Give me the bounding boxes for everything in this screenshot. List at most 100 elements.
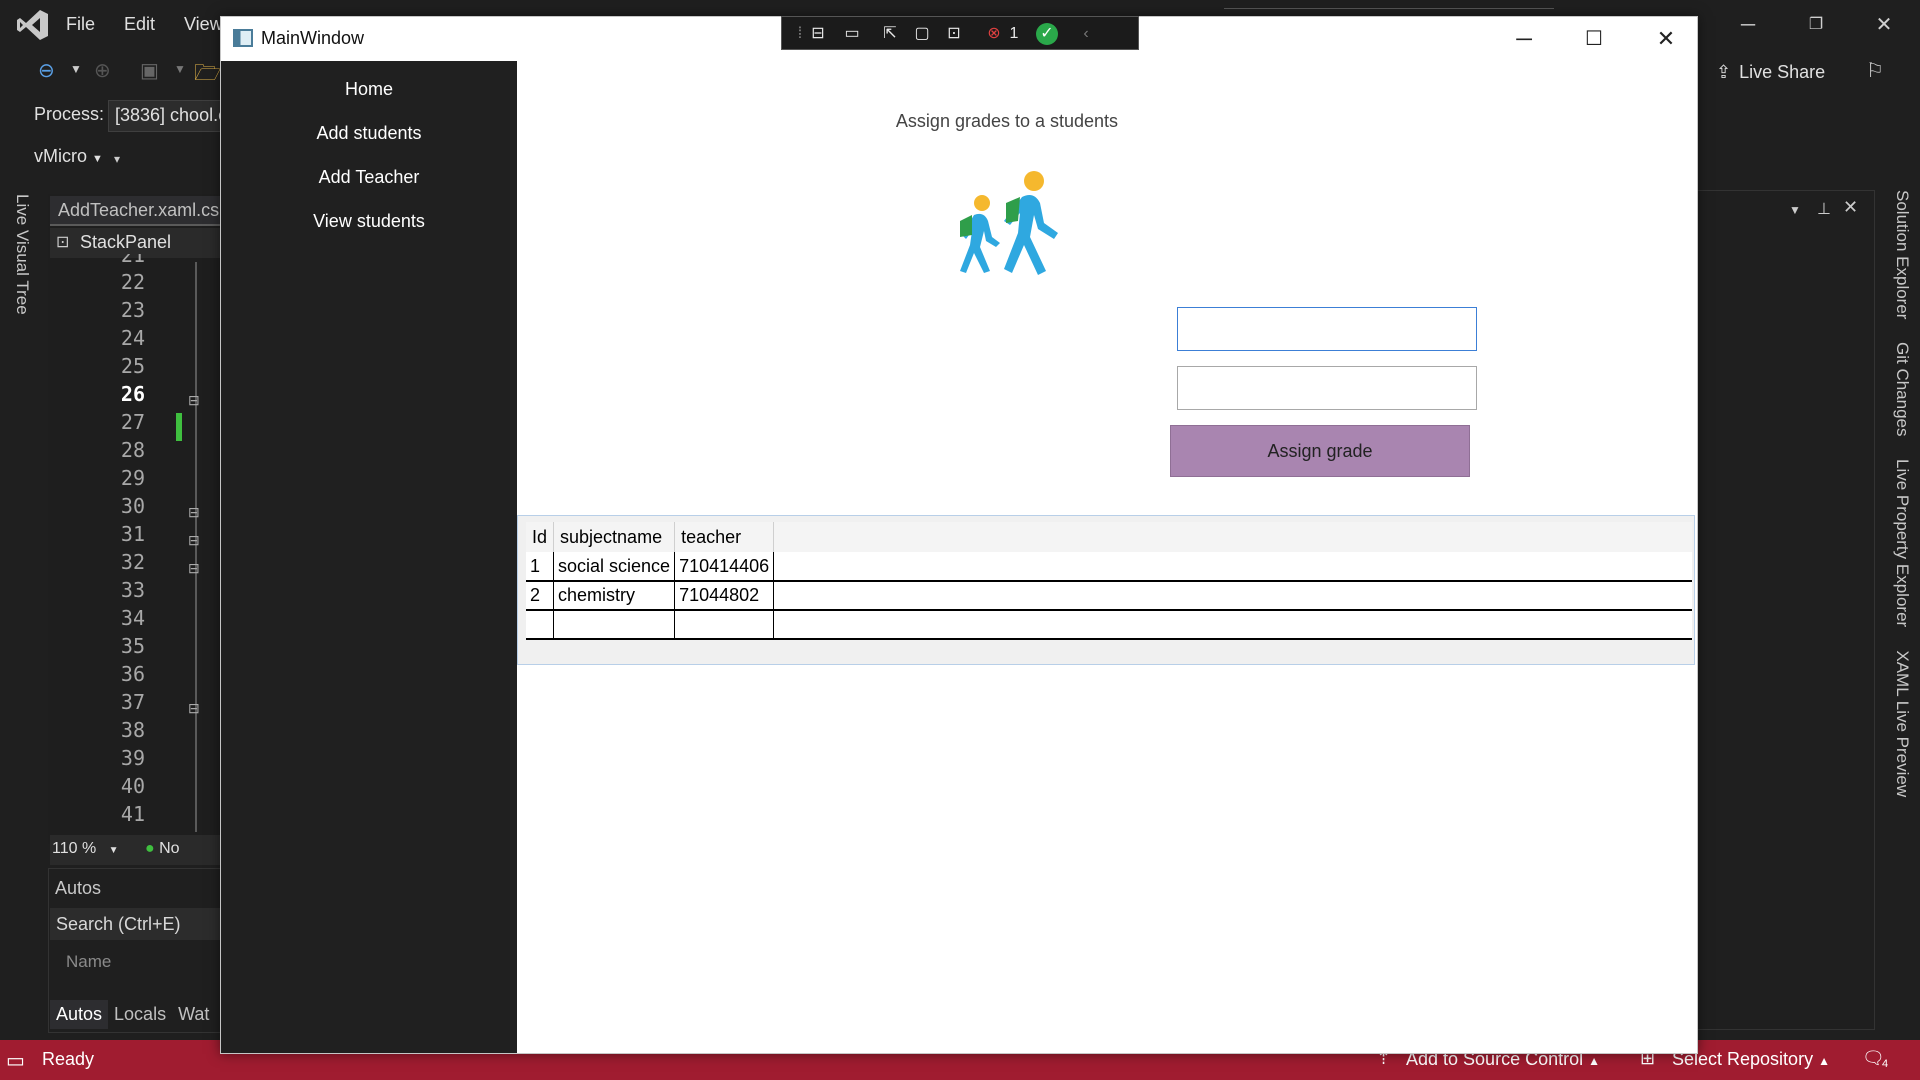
menu-view[interactable]: View	[184, 14, 223, 35]
chevron-down-icon[interactable]: ▼	[70, 62, 82, 76]
table-header-row: Id subjectname teacher	[526, 522, 1692, 552]
share-icon: ⇪	[1716, 62, 1732, 82]
feedback-icon[interactable]: ⚐	[1866, 58, 1884, 83]
menu-file[interactable]: File	[66, 14, 95, 35]
collapse-icon[interactable]: ⊟	[188, 532, 200, 549]
live-share-button[interactable]: ⇪ Live Share	[1716, 62, 1825, 83]
new-project-icon[interactable]: ▣	[140, 58, 159, 83]
chevron-down-icon[interactable]: ▼	[109, 845, 119, 856]
nav-home[interactable]: Home	[221, 79, 517, 100]
main-window: MainWindow ─ ☐ ✕ ⁞ ⊟ ▭ ⇱ ▢ ⊡ ⊗ 1 ✓ ‹ Hom…	[220, 16, 1698, 1054]
open-folder-icon[interactable]: 🗁	[194, 56, 221, 94]
tab-watch[interactable]: Wat	[172, 1000, 215, 1029]
subjects-table: Id subjectname teacher 1 social science …	[526, 522, 1692, 640]
line-number: 29	[120, 466, 145, 490]
page-heading: Assign grades to a students	[895, 111, 1119, 131]
vmicro-menu[interactable]: vMicro ▼	[34, 146, 103, 167]
line-number: 36	[120, 662, 145, 686]
table-row[interactable]: 2 chemistry 71044802	[526, 581, 1692, 611]
solution-explorer-tab[interactable]: Solution Explorer	[1893, 190, 1912, 319]
visual-studio-logo-icon	[17, 10, 48, 40]
new-item-row[interactable]	[526, 610, 1692, 640]
minimize-icon[interactable]: ─	[1499, 23, 1549, 55]
debug-tabs: Autos Locals Wat	[50, 1000, 230, 1032]
cell-teacher[interactable]: 710414406	[674, 552, 775, 582]
go-to-live-visual-tree-icon[interactable]: ⊟	[804, 22, 832, 46]
cell-teacher[interactable]	[674, 610, 775, 640]
zoom-level[interactable]: 110 %	[52, 840, 96, 857]
collapse-icon[interactable]: ⊟	[188, 560, 200, 577]
column-header-subjectname[interactable]: subjectname	[553, 522, 676, 552]
column-header-id[interactable]: Id	[526, 522, 555, 552]
vs-minimize-icon[interactable]: ─	[1728, 10, 1768, 40]
autos-search-input[interactable]: Search (Ctrl+E)	[50, 908, 225, 940]
live-visual-tree-tab[interactable]: Live Visual Tree	[12, 194, 32, 315]
chevron-down-icon[interactable]: ▼	[174, 62, 186, 76]
line-numbers: 21 22 23 24 25 26 27 28 29 30 31 32 33 3…	[90, 254, 145, 828]
record-icon[interactable]: ▭	[838, 22, 866, 46]
line-number: 32	[120, 550, 145, 574]
grade-input[interactable]	[1177, 366, 1477, 410]
collapse-toolbar-icon[interactable]: ‹	[1072, 22, 1100, 46]
line-number: 26	[120, 382, 145, 406]
column-header-teacher[interactable]: teacher	[674, 522, 775, 552]
tab-locals[interactable]: Locals	[108, 1000, 172, 1029]
cell-teacher[interactable]: 71044802	[674, 581, 775, 611]
issues-indicator[interactable]: No	[159, 840, 179, 857]
collapse-icon[interactable]: ⊟	[188, 392, 200, 409]
select-element-icon[interactable]: ⇱	[876, 22, 904, 46]
toolbar-overflow-icon[interactable]: ▾	[114, 152, 120, 166]
forward-icon[interactable]: ⊕	[94, 58, 111, 83]
process-select[interactable]: [3836] chool.exe	[108, 100, 228, 132]
live-property-explorer-tab[interactable]: Live Property Explorer	[1893, 459, 1912, 627]
line-number: 27	[120, 410, 145, 434]
app-icon	[233, 29, 253, 47]
collapse-icon[interactable]: ⊟	[188, 700, 200, 717]
binding-failure-count: 1	[1009, 25, 1019, 42]
autos-title: Autos	[55, 878, 102, 898]
nav-add-teacher[interactable]: Add Teacher	[221, 167, 517, 188]
vs-restore-icon[interactable]: ❐	[1796, 10, 1836, 40]
accessibility-check-icon[interactable]: ✓	[1036, 23, 1058, 45]
close-icon[interactable]: ✕	[1843, 197, 1858, 218]
left-tool-strip: Live Visual Tree	[0, 188, 46, 1058]
cell-id[interactable]: 2	[526, 581, 555, 611]
back-icon[interactable]: ⊖	[38, 58, 55, 83]
check-circle-icon: ●	[145, 840, 155, 857]
document-tab[interactable]: AddTeacher.xaml.cs	[50, 196, 225, 226]
column-header-filler	[773, 522, 1692, 552]
track-focus-icon[interactable]: ⊡	[940, 22, 968, 46]
menu-edit[interactable]: Edit	[124, 14, 155, 35]
line-number: 21	[120, 254, 145, 267]
tab-autos[interactable]: Autos	[50, 1000, 109, 1029]
close-icon[interactable]: ✕	[1641, 23, 1691, 55]
cell-subjectname[interactable]	[553, 610, 676, 640]
maximize-icon[interactable]: ☐	[1569, 23, 1619, 55]
xaml-live-preview-tab[interactable]: XAML Live Preview	[1893, 650, 1912, 797]
collapse-icon[interactable]: ⊟	[188, 504, 200, 521]
vs-search-edge	[1224, 8, 1554, 12]
status-ready: Ready	[42, 1049, 95, 1069]
cell-filler	[773, 552, 1692, 582]
right-tool-window: ▼ ⊥ ✕	[1690, 190, 1875, 1030]
git-changes-tab[interactable]: Git Changes	[1893, 342, 1912, 437]
nav-view-students[interactable]: View students	[221, 211, 517, 232]
line-number: 38	[120, 718, 145, 742]
nav-add-students[interactable]: Add students	[221, 123, 517, 144]
students-walking-icon	[960, 171, 1058, 275]
chevron-down-icon[interactable]: ▼	[1789, 203, 1801, 217]
display-layout-adorners-icon[interactable]: ▢	[908, 22, 936, 46]
window-title: MainWindow	[261, 28, 365, 48]
line-number: 41	[120, 802, 145, 826]
cell-subjectname[interactable]: social science	[553, 552, 676, 582]
cell-id[interactable]	[526, 610, 555, 640]
assign-grade-button[interactable]: Assign grade	[1170, 425, 1470, 477]
student-id-input[interactable]	[1177, 307, 1477, 351]
pin-icon[interactable]: ⊥	[1817, 199, 1831, 219]
chevron-up-icon: ▲	[1818, 1054, 1830, 1068]
vs-close-icon[interactable]: ✕	[1864, 10, 1904, 40]
table-row[interactable]: 1 social science 710414406	[526, 552, 1692, 582]
cell-id[interactable]: 1	[526, 552, 555, 582]
cell-subjectname[interactable]: chemistry	[553, 581, 676, 611]
subjects-datagrid[interactable]: Id subjectname teacher 1 social science …	[517, 515, 1695, 665]
